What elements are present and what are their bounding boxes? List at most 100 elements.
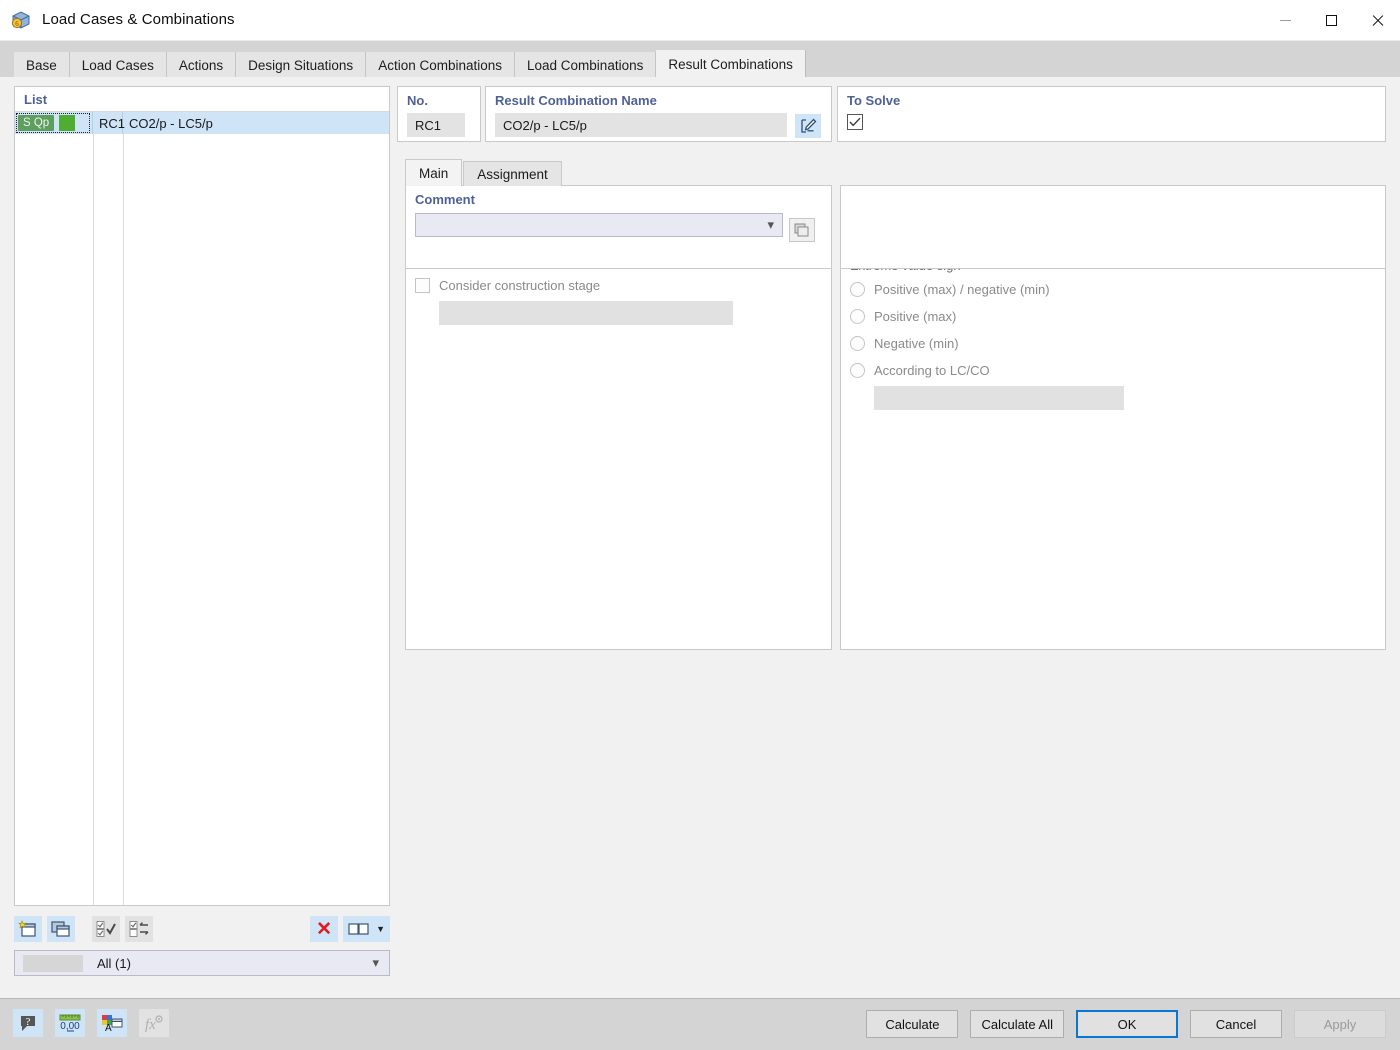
svg-text:fx: fx (145, 1017, 156, 1033)
delete-button[interactable]: ✕ (310, 916, 339, 942)
calculate-all-button[interactable]: Calculate All (970, 1010, 1064, 1038)
list-grid-lines (15, 134, 391, 905)
tab-load-combinations[interactable]: Load Combinations (515, 52, 657, 79)
radio-positive-negative-row[interactable]: Positive (max) / negative (min) (850, 282, 1385, 297)
list-box: List S Qp RC1 CO2/p - LC5/p (14, 86, 390, 906)
edit-name-button[interactable] (795, 114, 821, 138)
list-toolbar: ✕ ▼ (14, 912, 390, 946)
consider-construction-stage-checkbox[interactable] (415, 278, 430, 293)
radio-positive-max-row[interactable]: Positive (max) (850, 309, 1385, 324)
to-solve-checkbox[interactable] (847, 114, 863, 130)
tab-assignment[interactable]: Assignment (463, 161, 562, 186)
inner-tab-list: Main Assignment (405, 159, 563, 186)
radio-positive-max[interactable] (850, 309, 865, 324)
tab-list: Base Load Cases Actions Design Situation… (14, 50, 806, 79)
svg-text:0,00: 0,00 (60, 1021, 80, 1032)
units-icon: 0,00 (59, 1014, 81, 1032)
tab-base[interactable]: Base (14, 52, 70, 79)
filter-color-swatch (23, 954, 83, 972)
comment-library-button[interactable] (789, 218, 815, 242)
focus-indicator (16, 113, 90, 133)
result-combination-name-input[interactable]: CO2/p - LC5/p (495, 113, 787, 137)
svg-text:6: 6 (15, 20, 19, 28)
radio-negative-min-row[interactable]: Negative (min) (850, 336, 1385, 351)
radio-negative-min[interactable] (850, 336, 865, 351)
select-all-button[interactable] (92, 916, 120, 942)
app-cube-icon: 6 (11, 10, 30, 29)
display-properties-icon: A (102, 1015, 123, 1033)
tab-result-combinations[interactable]: Result Combinations (656, 50, 806, 79)
comment-title: Comment (415, 192, 475, 207)
table-row[interactable]: S Qp RC1 CO2/p - LC5/p (15, 112, 389, 134)
tab-action-combinations[interactable]: Action Combinations (366, 52, 516, 79)
select-all-icon (96, 921, 116, 937)
tab-design-situations[interactable]: Design Situations (236, 52, 367, 79)
no-group: No. RC1 (397, 86, 481, 142)
list-panel: List S Qp RC1 CO2/p - LC5/p ✕ ▼ All (1) … (14, 86, 390, 983)
copy-item-button[interactable] (47, 916, 75, 942)
new-item-icon (18, 920, 36, 937)
preview-panel-bottom (840, 185, 1386, 269)
radio-positive-negative[interactable] (850, 282, 865, 297)
svg-text:?: ? (26, 1016, 31, 1028)
apply-button[interactable]: Apply (1294, 1010, 1386, 1038)
comment-group: Comment ▾ (405, 185, 832, 269)
row-badge-cell: S Qp (15, 112, 93, 134)
copy-windows-icon (794, 223, 809, 236)
help-button[interactable]: ? (13, 1009, 43, 1037)
copy-item-icon (51, 921, 70, 937)
view-columns-button[interactable]: ▼ (343, 916, 390, 942)
tab-actions[interactable]: Actions (166, 52, 237, 79)
chevron-down-icon: ▾ (767, 217, 774, 232)
invert-selection-icon (129, 921, 149, 937)
checkmark-icon (849, 117, 861, 127)
ok-button[interactable]: OK (1076, 1010, 1178, 1038)
list-filter-dropdown[interactable]: All (1) ▾ (14, 950, 390, 976)
row-no-cell: RC1 (93, 112, 125, 134)
dialog-body: List S Qp RC1 CO2/p - LC5/p ✕ ▼ All (1) … (0, 77, 1400, 998)
name-group: Result Combination Name CO2/p - LC5/p (485, 86, 832, 142)
calculate-button[interactable]: Calculate (866, 1010, 959, 1038)
minimize-icon (1279, 19, 1291, 21)
window-controls (1262, 0, 1400, 40)
detail-header-row: No. RC1 Result Combination Name CO2/p - … (397, 86, 1386, 142)
to-solve-group: To Solve (837, 86, 1386, 142)
window-title: Load Cases & Combinations (42, 11, 235, 28)
list-header: List (15, 87, 389, 112)
maximize-icon (1325, 14, 1337, 26)
footer-bar: ? 0,00 A fx Calculate Calculate All OK C… (0, 998, 1400, 1050)
help-icon: ? (21, 1016, 35, 1031)
tab-load-cases[interactable]: Load Cases (69, 52, 167, 79)
filter-label: All (1) (97, 955, 131, 971)
consider-construction-stage-checkbox-row[interactable]: Consider construction stage (415, 278, 831, 293)
radio-according-to-lc-co-row[interactable]: According to LC/CO (850, 363, 1385, 378)
formula-button[interactable]: fx (139, 1009, 169, 1037)
footer-tools: ? 0,00 A fx (13, 1009, 181, 1037)
minimize-button[interactable] (1262, 0, 1308, 40)
to-solve-label: To Solve (847, 93, 901, 108)
cancel-button[interactable]: Cancel (1190, 1010, 1282, 1038)
chevron-down-icon: ▾ (372, 955, 379, 970)
close-button[interactable] (1354, 0, 1400, 40)
maximize-button[interactable] (1308, 0, 1354, 40)
units-button[interactable]: 0,00 (55, 1009, 85, 1037)
name-label: Result Combination Name (495, 93, 657, 108)
footer-buttons: Calculate Calculate All OK Cancel Apply (854, 1010, 1386, 1038)
display-properties-button[interactable]: A (97, 1009, 127, 1037)
view-columns-icon (348, 923, 369, 935)
chevron-down-icon: ▼ (376, 924, 385, 934)
tab-main[interactable]: Main (405, 159, 463, 186)
radio-according-to-lc-co[interactable] (850, 363, 865, 378)
invert-selection-button[interactable] (125, 916, 153, 942)
formula-icon: fx (145, 1015, 163, 1033)
comment-input[interactable]: ▾ (415, 213, 783, 237)
new-item-button[interactable] (14, 916, 42, 942)
row-name-cell: CO2/p - LC5/p (129, 115, 213, 131)
dialog-window: 6 Load Cases & Combinations Base Load Ca… (0, 0, 1400, 1050)
consider-construction-stage-label: Consider construction stage (439, 278, 601, 293)
tab-strip: Base Load Cases Actions Design Situation… (0, 41, 1400, 79)
close-icon (1371, 14, 1384, 27)
main-pane: Categories Design Situation S Qp DS4 - S… (397, 185, 1386, 983)
construction-stage-field (439, 301, 733, 325)
detail-area: No. RC1 Result Combination Name CO2/p - … (397, 86, 1386, 983)
